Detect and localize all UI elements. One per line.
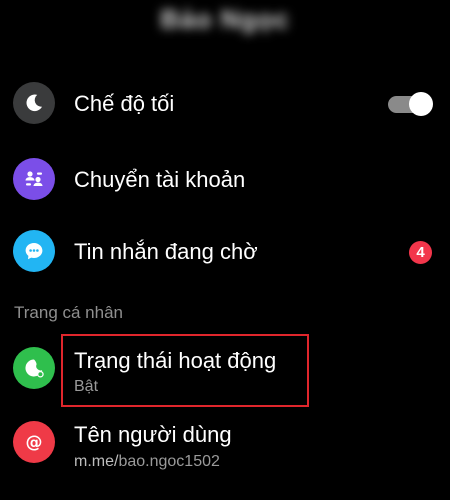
at-sign-icon: @ bbox=[13, 421, 55, 463]
dark-mode-row[interactable]: Chế độ tối bbox=[0, 82, 450, 126]
profile-name-blurred: Bảo Ngọc bbox=[160, 4, 290, 34]
username-row[interactable]: @ Tên người dùng m.me/bao.ngoc1502 bbox=[0, 418, 450, 471]
switch-account-label: Chuyển tài khoản bbox=[74, 167, 246, 192]
username-label: Tên người dùng bbox=[74, 422, 232, 447]
svg-text:@: @ bbox=[26, 433, 43, 453]
active-status-icon bbox=[13, 347, 55, 389]
dark-mode-toggle[interactable] bbox=[386, 92, 433, 116]
profile-section-header: Trang cá nhân bbox=[14, 303, 123, 322]
switch-account-row[interactable]: Chuyển tài khoản bbox=[0, 158, 450, 202]
highlight-box bbox=[61, 334, 309, 407]
chat-bubble-icon bbox=[13, 230, 55, 272]
dark-mode-label: Chế độ tối bbox=[74, 91, 175, 116]
username-url-handle: bao.ngoc1502 bbox=[118, 453, 220, 470]
message-requests-label: Tin nhắn đang chờ bbox=[74, 239, 258, 264]
username-url-prefix: m.me/ bbox=[74, 453, 119, 470]
message-requests-row[interactable]: Tin nhắn đang chờ 4 bbox=[0, 230, 450, 274]
message-requests-badge: 4 bbox=[409, 241, 432, 264]
switch-account-icon bbox=[13, 158, 55, 200]
moon-icon bbox=[13, 82, 55, 124]
toggle-knob bbox=[409, 92, 433, 116]
username-link[interactable]: m.me/bao.ngoc1502 bbox=[74, 453, 220, 471]
